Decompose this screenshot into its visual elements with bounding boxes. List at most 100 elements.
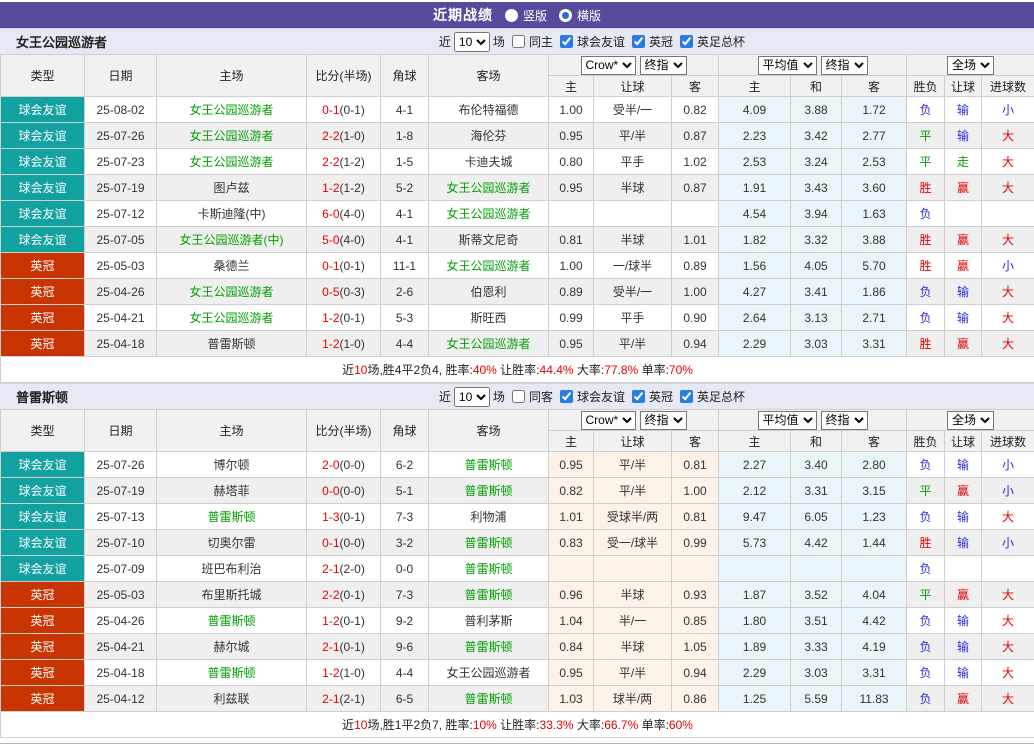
- away-team-link[interactable]: 女王公园巡游者: [429, 331, 549, 357]
- odds-stage-select[interactable]: 终指: [640, 411, 687, 430]
- result-cell: 负: [907, 556, 945, 582]
- avg-away-cell: 4.04: [842, 582, 907, 608]
- scope-select[interactable]: 全场: [947, 56, 994, 75]
- match-type-badge: 球会友谊: [1, 149, 85, 175]
- handicap-cell: [594, 201, 672, 227]
- score-cell: 0-5(0-3): [307, 279, 381, 305]
- avg-home-cell: 2.64: [719, 305, 791, 331]
- summary-stat-value: 66.7%: [604, 718, 638, 732]
- full-time-score: 2-2: [322, 155, 339, 169]
- radio-horizontal-layout[interactable]: 横版: [559, 7, 601, 24]
- table-row: 球会友谊25-07-26女王公园巡游者2-2(1-0)1-8海伦芬0.95平/半…: [1, 123, 1034, 149]
- table-row: 英冠25-04-12利兹联2-1(2-1)6-5普雷斯顿1.03球半/两0.86…: [1, 686, 1034, 712]
- away-team-link[interactable]: 女王公园巡游者: [429, 201, 549, 227]
- average-stage-select[interactable]: 终指: [821, 411, 868, 430]
- odds-away-cell: 1.02: [672, 149, 719, 175]
- same-venue-checkbox[interactable]: [512, 35, 525, 48]
- score-cell: 0-1(0-0): [307, 530, 381, 556]
- recent-count-select[interactable]: 10: [454, 387, 490, 407]
- full-time-score: 1-2: [322, 614, 339, 628]
- home-team-link[interactable]: 女王公园巡游者: [157, 97, 307, 123]
- away-team-link[interactable]: 普雷斯顿: [429, 478, 549, 504]
- table-row: 英冠25-04-21赫尔城2-1(0-1)9-6普雷斯顿0.84半球1.051.…: [1, 634, 1034, 660]
- result-cell: 负: [907, 634, 945, 660]
- home-team-link[interactable]: 普雷斯顿: [157, 504, 307, 530]
- odds-away-cell: 0.87: [672, 123, 719, 149]
- handicap-result-cell: 赢: [945, 478, 982, 504]
- score-cell: 2-0(0-0): [307, 452, 381, 478]
- corner-cell: 5-2: [381, 175, 429, 201]
- away-team-link[interactable]: 普雷斯顿: [429, 556, 549, 582]
- filter-bar: 近10场同客球会友谊英冠英足总杯: [439, 387, 745, 407]
- radio-vertical-layout[interactable]: 竖版: [505, 7, 547, 24]
- radio-selected-icon: [559, 9, 572, 22]
- odds-home-cell: 0.81: [549, 227, 594, 253]
- league-checkbox-friendly[interactable]: [560, 35, 573, 48]
- avg-home-cell: 1.87: [719, 582, 791, 608]
- league-checkbox-fa-cup[interactable]: [680, 390, 693, 403]
- table-row: 球会友谊25-07-23女王公园巡游者2-2(1-2)1-5卡迪夫城0.80平手…: [1, 149, 1034, 175]
- league-checkbox-fa-cup[interactable]: [680, 35, 693, 48]
- date-cell: 25-04-18: [85, 660, 157, 686]
- avg-away-cell: 2.80: [842, 452, 907, 478]
- home-team-link[interactable]: 女王公园巡游者: [157, 279, 307, 305]
- date-cell: 25-05-03: [85, 582, 157, 608]
- avg-draw-cell: 6.05: [791, 504, 842, 530]
- odds-home-cell: 0.99: [549, 305, 594, 331]
- full-time-score: 0-1: [322, 536, 339, 550]
- odds-source-select[interactable]: Crow*: [581, 411, 636, 430]
- goals-result-cell: 大: [982, 149, 1034, 175]
- half-time-score: (0-3): [340, 285, 365, 299]
- league-checkbox-friendly[interactable]: [560, 390, 573, 403]
- avg-away-cell: 3.31: [842, 660, 907, 686]
- recent-count-select[interactable]: 10: [454, 32, 490, 52]
- avg-home-cell: 1.82: [719, 227, 791, 253]
- average-source-select[interactable]: 平均值: [758, 411, 817, 430]
- team-name: 普雷斯顿: [0, 387, 68, 406]
- odds-away-cell: 1.00: [672, 279, 719, 305]
- away-team-link[interactable]: 普雷斯顿: [429, 452, 549, 478]
- away-team-link[interactable]: 女王公园巡游者: [429, 253, 549, 279]
- home-team-link[interactable]: 女王公园巡游者: [157, 305, 307, 331]
- home-team-link[interactable]: 普雷斯顿: [157, 660, 307, 686]
- goals-result-cell: 大: [982, 279, 1034, 305]
- home-team-link[interactable]: 女王公园巡游者: [157, 149, 307, 175]
- home-team-link[interactable]: 女王公园巡游者(中): [157, 227, 307, 253]
- league-checkbox-championship[interactable]: [632, 390, 645, 403]
- scope-select[interactable]: 全场: [947, 411, 994, 430]
- league-checkbox-championship[interactable]: [632, 35, 645, 48]
- matches-table: 类型日期主场比分(半场)角球客场Crow*终指平均值终指全场主让球客主和客胜负让…: [0, 54, 1034, 383]
- half-time-score: (0-0): [340, 484, 365, 498]
- header-dropdown-group: 平均值终指: [719, 410, 907, 431]
- home-team-link[interactable]: 女王公园巡游者: [157, 123, 307, 149]
- average-stage-select[interactable]: 终指: [821, 56, 868, 75]
- home-team-link[interactable]: 普雷斯顿: [157, 608, 307, 634]
- summary-text: 近10场,胜4平2负4, 胜率:40% 让胜率:44.4% 大率:77.8% 单…: [1, 357, 1034, 383]
- away-team-link[interactable]: 女王公园巡游者: [429, 175, 549, 201]
- average-source-select[interactable]: 平均值: [758, 56, 817, 75]
- away-team-link[interactable]: 普雷斯顿: [429, 686, 549, 712]
- score-cell: 1-2(1-0): [307, 660, 381, 686]
- match-type-badge: 英冠: [1, 305, 85, 331]
- same-venue-checkbox[interactable]: [512, 390, 525, 403]
- result-cell: 负: [907, 452, 945, 478]
- sub-column-header: 胜负: [907, 76, 945, 97]
- odds-home-cell: 0.89: [549, 279, 594, 305]
- away-team-link[interactable]: 普雷斯顿: [429, 634, 549, 660]
- corner-cell: 3-2: [381, 530, 429, 556]
- half-time-score: (0-0): [340, 458, 365, 472]
- summary-stat-label: 单率:: [638, 718, 669, 732]
- table-row: 球会友谊25-08-02女王公园巡游者0-1(0-1)4-1布伦特福德1.00受…: [1, 97, 1034, 123]
- score-cell: 5-0(4-0): [307, 227, 381, 253]
- away-team-link[interactable]: 普雷斯顿: [429, 530, 549, 556]
- odds-stage-select[interactable]: 终指: [640, 56, 687, 75]
- column-header: 类型: [1, 410, 85, 452]
- handicap-cell: 半球: [594, 634, 672, 660]
- sub-column-header: 主: [549, 431, 594, 452]
- odds-source-select[interactable]: Crow*: [581, 56, 636, 75]
- goals-result-cell: 大: [982, 305, 1034, 331]
- table-header-row: 类型日期主场比分(半场)角球客场Crow*终指平均值终指全场: [1, 55, 1034, 76]
- handicap-result-cell: 输: [945, 279, 982, 305]
- odds-away-cell: 0.94: [672, 660, 719, 686]
- away-team-link[interactable]: 普雷斯顿: [429, 582, 549, 608]
